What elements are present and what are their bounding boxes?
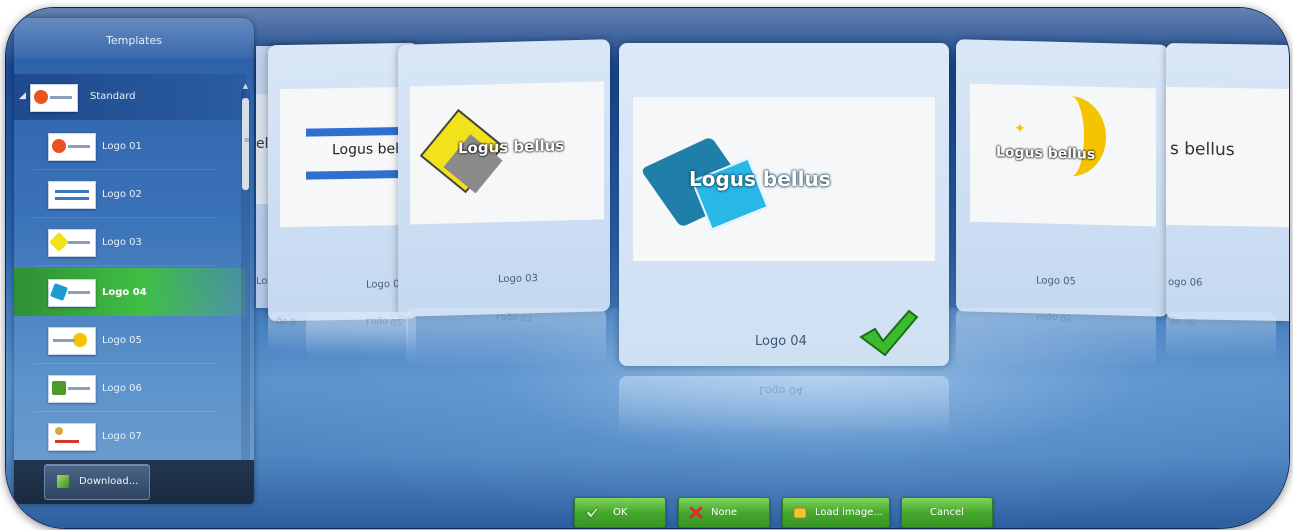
scroll-up-icon[interactable]: ▲ (241, 82, 250, 90)
card-logo-03[interactable]: Logus bellus Logo 03 (398, 39, 610, 317)
cancel-label: Cancel (930, 507, 964, 518)
logo-03-thumbnail (48, 229, 96, 257)
sidebar-item-label: Logo 07 (102, 431, 142, 442)
sidebar-item-logo-04[interactable]: Logo 04 (14, 268, 246, 316)
window-frame: Templates ◢ Standard Logo 01 Logo 02 Log… (6, 8, 1289, 528)
card-logo-text: Logus bellus (996, 144, 1096, 163)
card-logo-text: s bellus (1170, 138, 1235, 161)
standard-thumbnail (30, 84, 78, 112)
none-label: None (711, 507, 738, 518)
card-caption: Logo 05 (1036, 275, 1076, 288)
reflection-logo-05: Logo 05 (956, 308, 1156, 368)
sidebar-item-logo-05[interactable]: Logo 05 (14, 316, 246, 364)
load-image-button[interactable]: Load image... (782, 497, 890, 528)
reflection-logo-03: Logo 03 (406, 308, 606, 368)
logo-06-thumbnail (48, 375, 96, 403)
tree-root-label: Standard (90, 91, 136, 102)
logo-04-thumbnail (48, 279, 96, 307)
logo-01-thumbnail (48, 133, 96, 161)
sidebar-item-label: Logo 03 (102, 237, 142, 248)
templates-panel: Templates ◢ Standard Logo 01 Logo 02 Log… (14, 18, 254, 504)
sidebar-item-logo-02[interactable]: Logo 02 (14, 170, 246, 218)
cancel-button[interactable]: Cancel (901, 497, 993, 528)
tree-root-standard[interactable]: ◢ Standard (14, 74, 246, 120)
sidebar-item-label: Logo 01 (102, 141, 142, 152)
card-logo-text: Logus bellus (458, 136, 565, 158)
logo-05-thumbnail (48, 327, 96, 355)
sidebar-footer: Download... (14, 460, 254, 504)
none-button[interactable]: None (678, 497, 770, 528)
card-caption: Logo 04 (755, 334, 807, 349)
sidebar-item-logo-01[interactable]: Logo 01 (14, 122, 246, 170)
scrollbar-thumb[interactable]: ≡ (242, 98, 250, 190)
logo-07-thumbnail (48, 423, 96, 451)
ok-label: OK (613, 507, 628, 518)
sidebar-item-label: Logo 06 (102, 383, 142, 394)
download-icon (57, 475, 69, 488)
card-caption: Logo 03 (498, 273, 538, 286)
sidebar-item-logo-06[interactable]: Logo 06 (14, 364, 246, 412)
load-image-label: Load image... (815, 507, 883, 518)
expand-triangle-icon[interactable]: ◢ (19, 91, 26, 101)
checkmark-icon (585, 506, 599, 519)
sidebar-scrollbar[interactable]: ▲ ≡ ▼ (241, 82, 250, 468)
download-button[interactable]: Download... (44, 464, 150, 500)
card-logo-text: Logus bell (332, 140, 403, 159)
sidebar-item-label: Logo 02 (102, 189, 142, 200)
logo-02-thumbnail (48, 181, 96, 209)
reflection-logo-04: Logo 04 (619, 376, 949, 436)
reflection-logo-02: Logo 02 (306, 312, 416, 358)
close-icon (689, 506, 703, 519)
ok-button[interactable]: OK (574, 497, 666, 528)
download-label: Download... (79, 476, 139, 487)
templates-title: Templates (14, 18, 254, 58)
card-caption: ogo 06 (1168, 276, 1203, 289)
card-logo-02[interactable]: Logus bell Logo 02 (268, 42, 418, 322)
folder-icon (793, 507, 807, 519)
checkmark-icon (859, 309, 919, 357)
reflection-logo-06: go 06 (1166, 312, 1276, 358)
card-logo-text: Logus bellus (689, 167, 831, 191)
card-logo-04[interactable]: Logus bellus Logo 04 (619, 43, 949, 366)
sidebar-item-logo-07[interactable]: Logo 07 (14, 412, 246, 460)
card-logo-06[interactable]: s bellus ogo 06 (1166, 42, 1289, 322)
sidebar-item-label: Logo 05 (102, 335, 142, 346)
card-logo-05[interactable]: ✦ Logus bellus Logo 05 (956, 39, 1168, 317)
card-logo-text: el (256, 136, 269, 152)
sidebar-item-label: Logo 04 (102, 287, 147, 298)
sidebar-item-logo-03[interactable]: Logo 03 (14, 218, 246, 266)
